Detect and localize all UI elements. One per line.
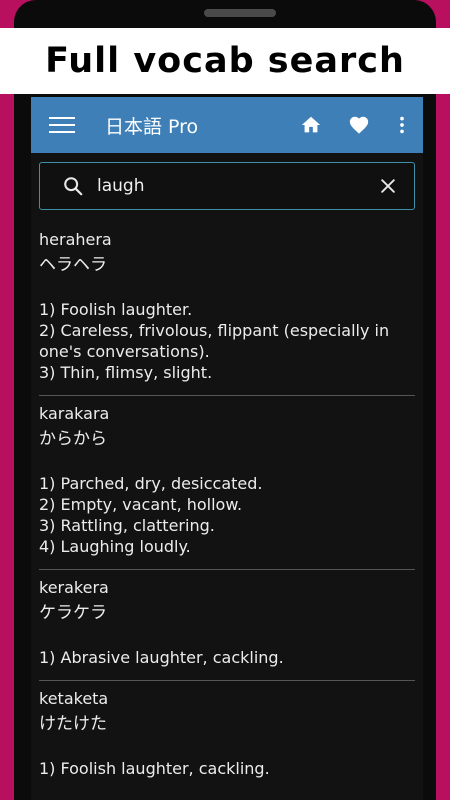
app-bar: 日本語 Pro: [31, 97, 423, 153]
phone-speaker: [204, 9, 276, 17]
entry-kana: ヘラヘラ: [39, 255, 107, 275]
home-icon[interactable]: [300, 114, 322, 136]
entry-romaji: kerakera: [39, 578, 109, 597]
entry-romaji: karakara: [39, 404, 110, 423]
app-title: 日本語 Pro: [105, 115, 199, 138]
list-item[interactable]: karakara からから 1) Parched, dry, desiccate…: [39, 396, 415, 570]
entry-kana: ケラケラ: [39, 603, 107, 623]
results-list: herahera ヘラヘラ 1) Foolish laughter. 2) Ca…: [31, 222, 423, 791]
definition: 1) Foolish laughter.: [39, 300, 193, 319]
entry-kana: けたけた: [39, 714, 107, 734]
entry-definitions: 1) Foolish laughter, cackling.: [39, 758, 415, 779]
close-icon[interactable]: [378, 176, 398, 196]
definition: 2) Empty, vacant, hollow.: [39, 495, 243, 514]
menu-icon[interactable]: [49, 115, 75, 135]
app-screen: 日本語 Pro herahera ヘラヘラ 1) Foolish laughte…: [31, 97, 423, 800]
more-vert-icon[interactable]: [391, 114, 413, 136]
heart-icon[interactable]: [348, 114, 370, 136]
promo-banner: Full vocab search: [0, 28, 450, 94]
list-item[interactable]: kerakera ケラケラ 1) Abrasive laughter, cack…: [39, 570, 415, 681]
banner-title: Full vocab search: [45, 41, 405, 81]
definition: 1) Abrasive laughter, cackling.: [39, 648, 284, 667]
definition: 4) Laughing loudly.: [39, 537, 191, 556]
entry-definitions: 1) Parched, dry, desiccated. 2) Empty, v…: [39, 473, 415, 557]
search-box: [39, 162, 415, 210]
search-input[interactable]: [97, 171, 378, 201]
definition: 3) Rattling, clattering.: [39, 516, 215, 535]
entry-romaji: herahera: [39, 230, 112, 249]
definition: 1) Foolish laughter, cackling.: [39, 759, 270, 778]
list-item[interactable]: ketaketa けたけた 1) Foolish laughter, cackl…: [39, 681, 415, 791]
entry-romaji: ketaketa: [39, 689, 109, 708]
entry-definitions: 1) Abrasive laughter, cackling.: [39, 647, 415, 668]
entry-kana: からから: [39, 429, 107, 449]
entry-definitions: 1) Foolish laughter. 2) Careless, frivol…: [39, 299, 415, 383]
search-icon: [62, 175, 84, 197]
definition: 1) Parched, dry, desiccated.: [39, 474, 263, 493]
definition: 3) Thin, flimsy, slight.: [39, 363, 213, 382]
definition: 2) Careless, frivolous, flippant (especi…: [39, 321, 390, 361]
list-item[interactable]: herahera ヘラヘラ 1) Foolish laughter. 2) Ca…: [39, 222, 415, 396]
